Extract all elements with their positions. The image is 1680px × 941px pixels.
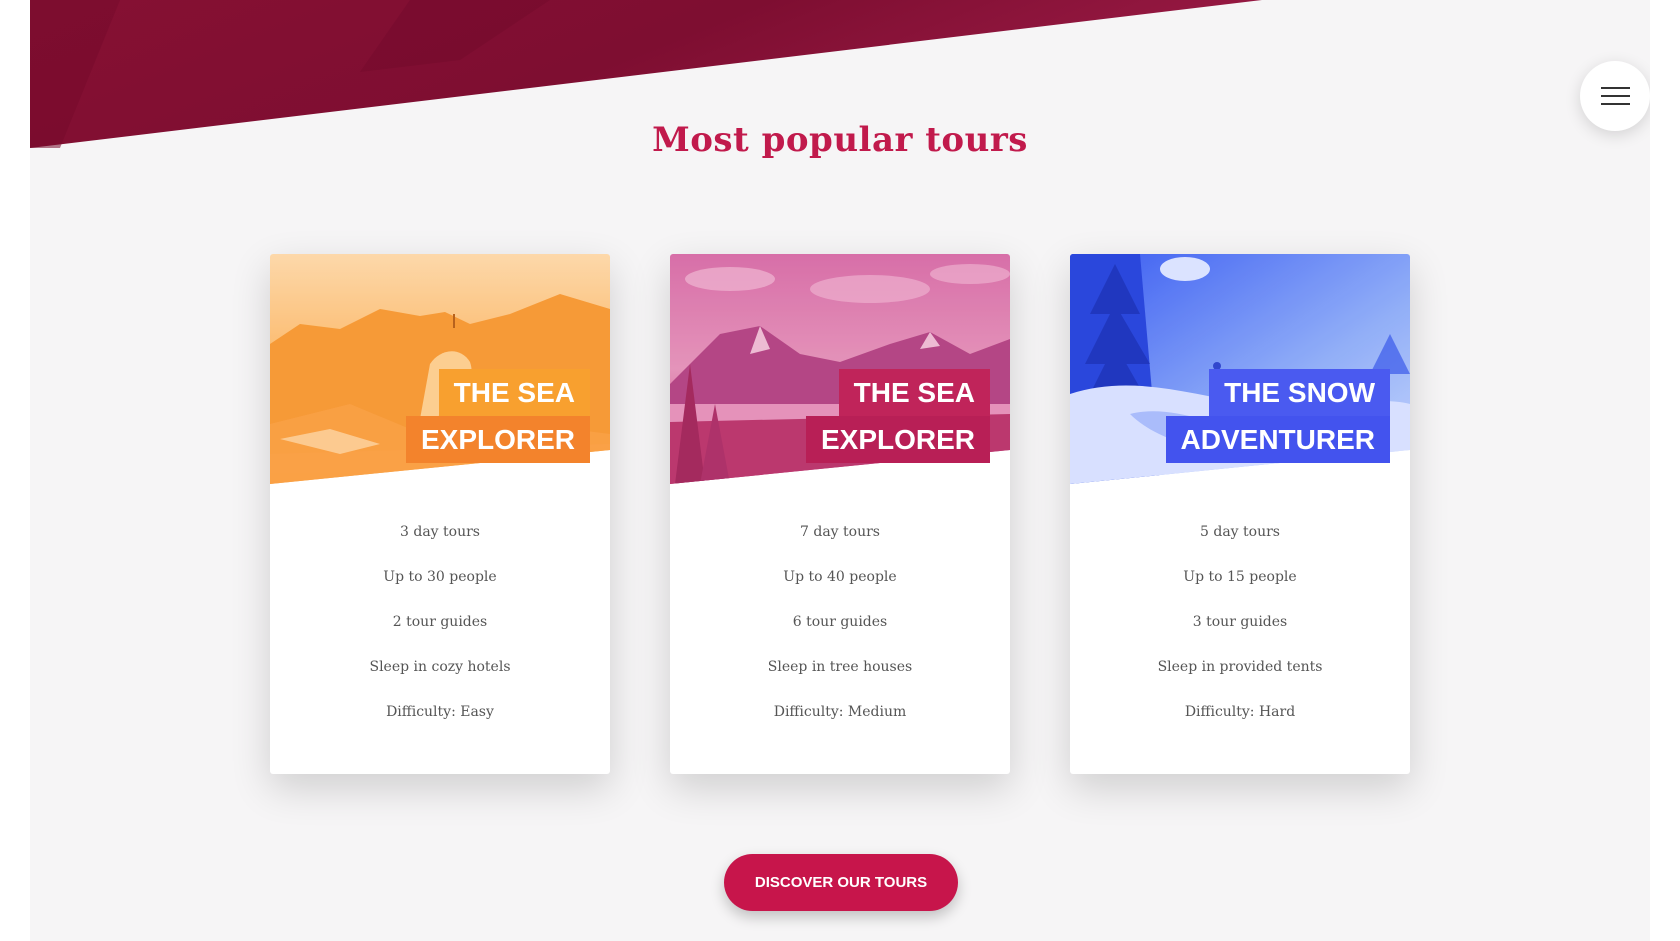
tour-card-heading: THE SEA EXPLORER	[805, 369, 990, 463]
tour-detail-difficulty: Difficulty: Easy	[386, 704, 494, 720]
tour-detail-duration: 5 day tours	[1200, 524, 1280, 540]
tour-card-sea-explorer-medium: THE SEA EXPLORER 7 day tours Up to 40 pe…	[670, 254, 1010, 774]
tour-card-heading-line-2: EXPLORER	[405, 416, 590, 463]
tour-detail-group-size: Up to 30 people	[383, 569, 497, 585]
tour-detail-duration: 3 day tours	[400, 524, 480, 540]
tour-card-heading-line-2: ADVENTURER	[1165, 416, 1390, 463]
section-title: Most popular tours	[652, 120, 1028, 160]
tour-details-list: 7 day tours Up to 40 people 6 tour guide…	[670, 524, 1010, 749]
tour-detail-guides: 6 tour guides	[792, 614, 888, 630]
tour-detail-difficulty: Difficulty: Medium	[773, 704, 907, 720]
tour-detail-group-size: Up to 40 people	[783, 569, 897, 585]
tour-details-list: 5 day tours Up to 15 people 3 tour guide…	[1070, 524, 1410, 749]
tour-detail-duration: 7 day tours	[800, 524, 880, 540]
tour-details-list: 3 day tours Up to 30 people 2 tour guide…	[270, 524, 610, 749]
tour-detail-accommodation: Sleep in provided tents	[1157, 659, 1323, 675]
tour-card-heading: THE SNOW ADVENTURER	[1165, 369, 1390, 463]
tour-card-heading-line-1: THE SEA	[838, 369, 990, 416]
tour-card-heading-line-2: EXPLORER	[805, 416, 990, 463]
discover-tours-button[interactable]: DISCOVER OUR TOURS	[724, 854, 958, 911]
tour-detail-accommodation: Sleep in cozy hotels	[369, 659, 511, 675]
tour-card-snow-adventurer-hard: THE SNOW ADVENTURER 5 day tours Up to 15…	[1070, 254, 1410, 774]
hamburger-menu-icon	[1601, 87, 1630, 89]
tour-detail-group-size: Up to 15 people	[1183, 569, 1297, 585]
page: Most popular tours THE SEA EXPLORER 3 da…	[30, 0, 1650, 941]
tour-detail-guides: 3 tour guides	[1192, 614, 1288, 630]
tour-card-heading-line-1: THE SEA	[438, 369, 590, 416]
hamburger-menu-icon-line	[1601, 95, 1630, 97]
tour-detail-difficulty: Difficulty: Hard	[1184, 704, 1296, 720]
tour-detail-accommodation: Sleep in tree houses	[767, 659, 913, 675]
tour-card-heading-line-1: THE SNOW	[1209, 369, 1390, 416]
hamburger-menu-icon-line	[1601, 103, 1630, 105]
tour-card-heading: THE SEA EXPLORER	[405, 369, 590, 463]
tour-detail-guides: 2 tour guides	[392, 614, 488, 630]
tour-card-sea-explorer-easy: THE SEA EXPLORER 3 day tours Up to 30 pe…	[270, 254, 610, 774]
